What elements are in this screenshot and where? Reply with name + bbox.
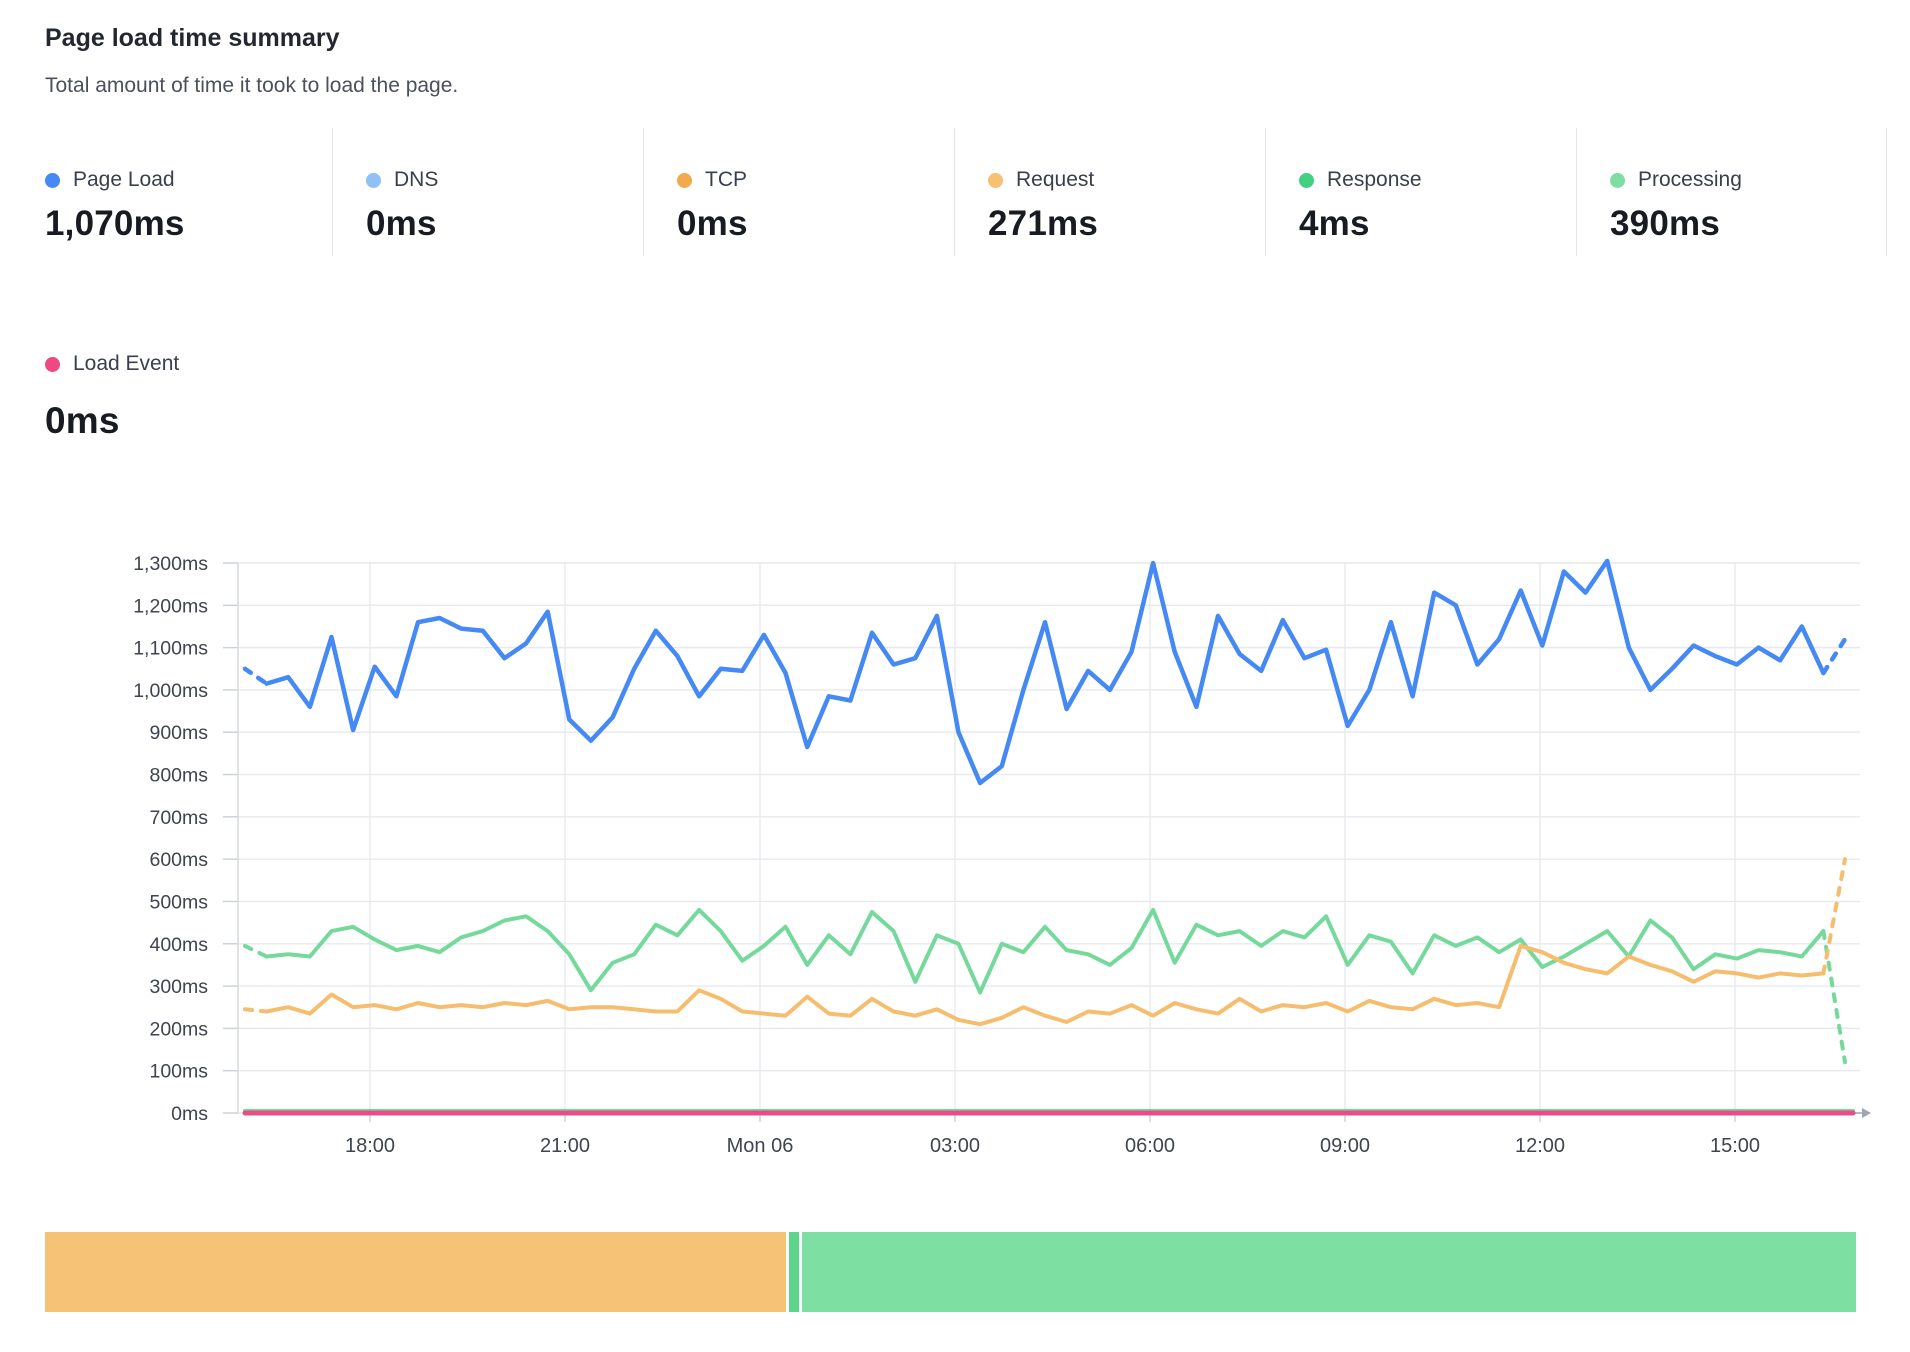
y-tick-label: 300ms bbox=[149, 976, 208, 998]
legend-dot-tcp bbox=[677, 173, 692, 188]
timeline-bar[interactable] bbox=[45, 1232, 1856, 1312]
page-load-chart: 0ms 100ms 200ms 300ms 400ms 500ms 600ms 700ms 80… bbox=[0, 430, 1910, 1210]
x-tick-label: 06:00 bbox=[1125, 1135, 1175, 1157]
x-tick-label: 21:00 bbox=[540, 1135, 590, 1157]
x-tick-label: 15:00 bbox=[1710, 1135, 1760, 1157]
summary-stats: Page Load 1,070ms DNS 0ms TCP 0ms Reques… bbox=[45, 128, 1887, 256]
series-request-dashed-end bbox=[1823, 859, 1845, 973]
stat-value-dns: 0ms bbox=[366, 204, 643, 244]
bar-processing-segment[interactable] bbox=[802, 1232, 1856, 1312]
bar-response-segment[interactable] bbox=[789, 1232, 799, 1312]
stat-page-load: Page Load 1,070ms bbox=[45, 128, 332, 256]
series-request-dashed-start bbox=[245, 1009, 267, 1011]
y-tick-label: 100ms bbox=[149, 1061, 208, 1083]
stat-processing: Processing 390ms bbox=[1576, 128, 1887, 256]
page-title: Page load time summary bbox=[45, 24, 340, 53]
stat-response: Response 4ms bbox=[1265, 128, 1576, 256]
stat-value-processing: 390ms bbox=[1610, 204, 1886, 244]
stat-label-processing: Processing bbox=[1638, 168, 1742, 192]
legend-dot-response bbox=[1299, 173, 1314, 188]
stat-label-load-event: Load Event bbox=[73, 352, 179, 376]
stat-load-event: Load Event 0ms bbox=[45, 352, 179, 442]
y-tick-label: 1,000ms bbox=[133, 680, 208, 702]
stat-value-tcp: 0ms bbox=[677, 204, 954, 244]
y-tick-label: 200ms bbox=[149, 1018, 208, 1040]
y-tick-label: 800ms bbox=[149, 765, 208, 787]
stat-label-dns: DNS bbox=[394, 168, 438, 192]
x-tick-label: 12:00 bbox=[1515, 1135, 1565, 1157]
y-tick-label: 1,300ms bbox=[133, 553, 208, 575]
y-tick-label: 600ms bbox=[149, 849, 208, 871]
page-subtitle: Total amount of time it took to load the… bbox=[45, 74, 458, 98]
page-load-chart-svg[interactable]: 0ms 100ms 200ms 300ms 400ms 500ms 600ms 700ms 80… bbox=[0, 430, 1910, 1210]
legend-dot-page-load bbox=[45, 173, 60, 188]
stat-value-response: 4ms bbox=[1299, 204, 1576, 244]
x-tick-label: Mon 06 bbox=[727, 1135, 794, 1157]
series-processing bbox=[267, 910, 1824, 993]
legend-dot-processing bbox=[1610, 173, 1625, 188]
series-page-load-dashed-start bbox=[245, 669, 267, 684]
series-request bbox=[267, 946, 1824, 1024]
y-tick-label: 0ms bbox=[171, 1103, 208, 1125]
y-tick-label: 500ms bbox=[149, 891, 208, 913]
legend-dot-request bbox=[988, 173, 1003, 188]
stat-label-response: Response bbox=[1327, 168, 1422, 192]
y-tick-label: 400ms bbox=[149, 934, 208, 956]
stat-value-request: 271ms bbox=[988, 204, 1265, 244]
y-tick-label: 1,200ms bbox=[133, 595, 208, 617]
x-axis-arrow-head bbox=[1862, 1108, 1871, 1118]
series-page-load-dashed-end bbox=[1823, 639, 1845, 673]
stat-tcp: TCP 0ms bbox=[643, 128, 954, 256]
y-tick-label: 1,100ms bbox=[133, 638, 208, 660]
stat-label-tcp: TCP bbox=[705, 168, 747, 192]
legend-dot-load-event bbox=[45, 357, 60, 372]
x-tick-label: 09:00 bbox=[1320, 1135, 1370, 1157]
stat-request: Request 271ms bbox=[954, 128, 1265, 256]
stat-label-request: Request bbox=[1016, 168, 1094, 192]
stat-label-page-load: Page Load bbox=[73, 168, 175, 192]
bar-request-segment[interactable] bbox=[45, 1232, 786, 1312]
series-page-load bbox=[267, 561, 1824, 783]
y-tick-label: 900ms bbox=[149, 722, 208, 744]
x-tick-label: 18:00 bbox=[345, 1135, 395, 1157]
stat-value-page-load: 1,070ms bbox=[45, 204, 332, 244]
x-tick-label: 03:00 bbox=[930, 1135, 980, 1157]
stat-dns: DNS 0ms bbox=[332, 128, 643, 256]
legend-dot-dns bbox=[366, 173, 381, 188]
series-processing-dashed-start bbox=[245, 946, 267, 957]
y-tick-label: 700ms bbox=[149, 807, 208, 829]
